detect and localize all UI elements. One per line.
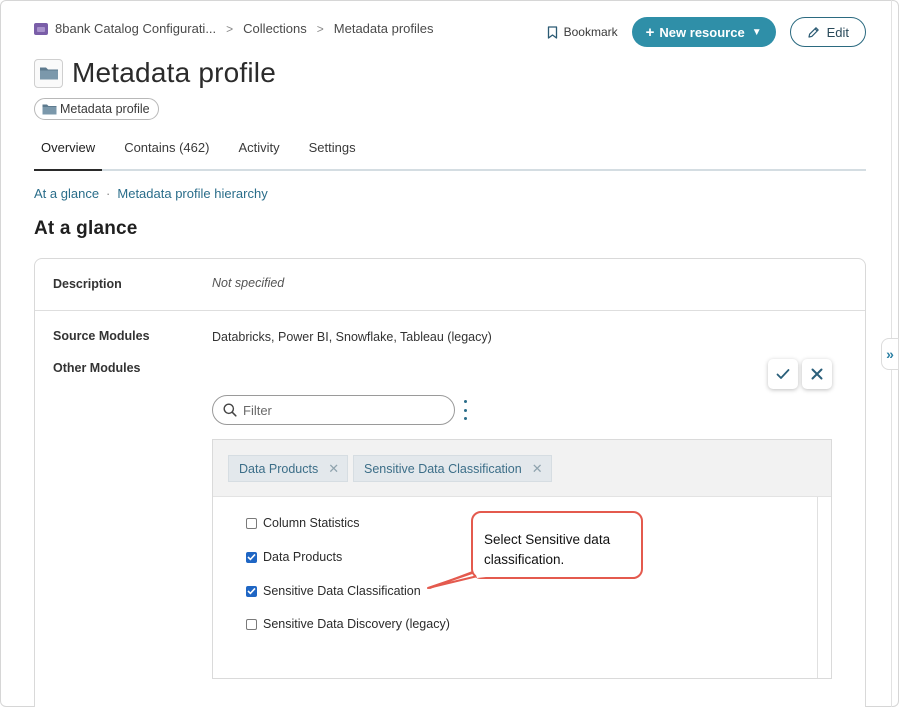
app-icon xyxy=(34,22,48,35)
remove-tag-icon[interactable]: ✕ xyxy=(532,461,543,477)
breadcrumb-item-metadata-profiles[interactable]: Metadata profiles xyxy=(334,21,434,36)
checkbox[interactable] xyxy=(246,517,257,529)
tab-settings[interactable]: Settings xyxy=(302,139,363,171)
expand-panel-button[interactable]: » xyxy=(881,338,899,370)
chevron-down-icon: ▼ xyxy=(751,26,762,38)
top-actions: Bookmark + New resource ▼ Edit xyxy=(547,17,866,47)
description-label: Description xyxy=(53,277,122,291)
option-label: Sensitive Data Classification xyxy=(263,584,421,598)
selected-tag-sensitive-data-classification[interactable]: Sensitive Data Classification ✕ xyxy=(353,455,552,482)
edit-button[interactable]: Edit xyxy=(789,17,866,47)
card-divider xyxy=(35,310,865,311)
pencil-icon xyxy=(807,26,819,38)
option-sensitive-data-classification[interactable]: Sensitive Data Classification xyxy=(246,584,421,598)
new-resource-label: New resource xyxy=(659,24,745,40)
remove-tag-icon[interactable]: ✕ xyxy=(328,461,339,477)
source-modules-label: Source Modules xyxy=(53,329,150,343)
kebab-icon[interactable] xyxy=(462,400,468,420)
tag-label: Data Products xyxy=(239,461,319,476)
at-a-glance-card: Description Not specified Source Modules… xyxy=(34,258,866,707)
anchor-separator: · xyxy=(106,186,111,201)
check-icon xyxy=(247,553,256,561)
tab-bar: Overview Contains (462) Activity Setting… xyxy=(34,139,866,171)
confirm-button[interactable] xyxy=(768,359,798,389)
section-title: At a glance xyxy=(34,218,138,239)
check-icon xyxy=(247,587,256,595)
selected-tag-data-products[interactable]: Data Products ✕ xyxy=(228,455,349,482)
plus-icon: + xyxy=(645,23,655,41)
tab-overview[interactable]: Overview xyxy=(34,139,103,171)
option-label: Column Statistics xyxy=(263,516,360,530)
resource-type-label: Metadata profile xyxy=(60,102,150,116)
breadcrumb-item-collections[interactable]: Collections xyxy=(243,21,307,36)
page-title: Metadata profile xyxy=(72,57,276,88)
breadcrumb-separator: > xyxy=(226,21,234,36)
filter-placeholder: Filter xyxy=(243,402,272,418)
resource-type-chip: Metadata profile xyxy=(34,98,159,120)
bookmark-button[interactable]: Bookmark xyxy=(547,25,618,39)
bookmark-icon xyxy=(547,25,557,39)
tab-contains[interactable]: Contains (462) xyxy=(117,139,216,171)
tag-label: Sensitive Data Classification xyxy=(364,461,522,476)
bookmark-label: Bookmark xyxy=(563,25,618,39)
edit-label: Edit xyxy=(826,24,849,40)
selected-tags-area: Data Products ✕ Sensitive Data Classific… xyxy=(213,440,831,497)
close-icon xyxy=(811,368,823,380)
option-data-products[interactable]: Data Products xyxy=(246,550,342,564)
description-value: Not specified xyxy=(212,276,285,290)
cancel-button[interactable] xyxy=(802,359,832,389)
tab-activity[interactable]: Activity xyxy=(231,139,286,171)
option-label: Sensitive Data Discovery (legacy) xyxy=(263,617,450,631)
search-icon xyxy=(223,403,237,417)
breadcrumb: 8bank Catalog Configurati... > Collectio… xyxy=(34,21,434,36)
section-anchors: At a glance · Metadata profile hierarchy xyxy=(34,186,268,201)
new-resource-button[interactable]: + New resource ▼ xyxy=(631,17,776,47)
other-modules-label: Other Modules xyxy=(53,361,141,375)
option-sensitive-data-discovery[interactable]: Sensitive Data Discovery (legacy) xyxy=(246,617,450,631)
checkbox[interactable] xyxy=(246,618,257,630)
option-label: Data Products xyxy=(263,550,343,564)
option-column-statistics[interactable]: Column Statistics xyxy=(246,516,360,530)
annotation-callout: Select Sensitive data classification. xyxy=(471,511,643,579)
anchor-at-a-glance[interactable]: At a glance xyxy=(34,186,99,201)
folder-icon xyxy=(34,58,63,88)
folder-icon xyxy=(42,104,57,115)
double-chevron-right-icon: » xyxy=(886,346,894,362)
breadcrumb-separator: > xyxy=(316,21,324,36)
check-icon xyxy=(776,369,790,379)
scrollbar[interactable] xyxy=(817,497,818,678)
source-modules-value: Databricks, Power BI, Snowflake, Tableau… xyxy=(212,330,492,344)
page-header: Metadata profile xyxy=(34,57,276,89)
checkbox[interactable] xyxy=(246,585,257,597)
filter-input[interactable]: Filter xyxy=(212,395,455,425)
anchor-hierarchy[interactable]: Metadata profile hierarchy xyxy=(117,186,267,201)
checkbox[interactable] xyxy=(246,551,257,563)
breadcrumb-item-catalog[interactable]: 8bank Catalog Configurati... xyxy=(55,21,216,36)
